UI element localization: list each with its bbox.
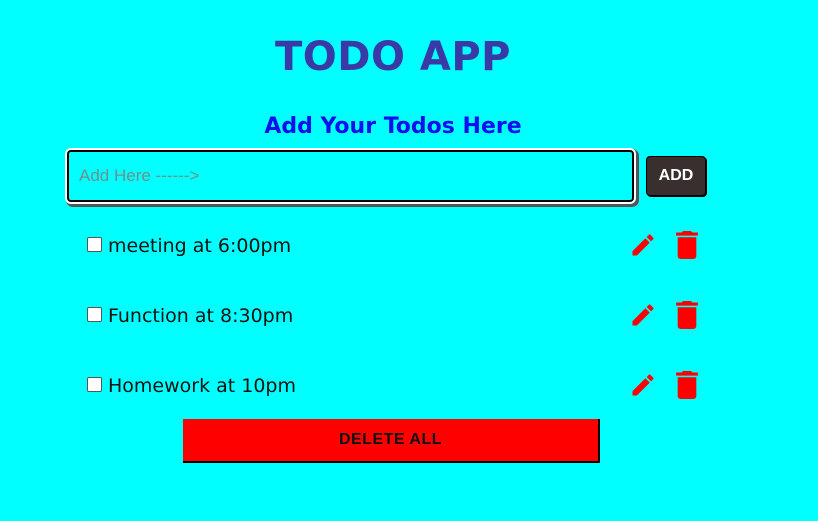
add-button[interactable]: ADD [646,156,706,196]
todo-input[interactable] [69,152,632,200]
todo-checkbox[interactable] [87,237,102,252]
todo-text: meeting at 6:00pm [108,235,292,257]
app-title: TODO APP [274,34,511,80]
todo-item: Homework at 10pm [87,371,707,401]
pencil-icon[interactable] [629,231,657,259]
trash-icon[interactable] [675,371,699,399]
todo-text: Homework at 10pm [108,375,297,397]
todo-checkbox[interactable] [87,307,102,322]
pencil-icon[interactable] [629,371,657,399]
trash-icon[interactable] [675,301,699,329]
todo-checkbox[interactable] [87,377,102,392]
app-subtitle: Add Your Todos Here [264,114,522,139]
todo-text: Function at 8:30pm [108,305,294,327]
todo-item: meeting at 6:00pm [87,231,707,261]
todo-item: Function at 8:30pm [87,301,707,331]
trash-icon[interactable] [675,231,699,259]
todo-input-wrapper [67,150,634,202]
delete-all-button[interactable]: DELETE ALL [183,419,600,463]
pencil-icon[interactable] [629,301,657,329]
